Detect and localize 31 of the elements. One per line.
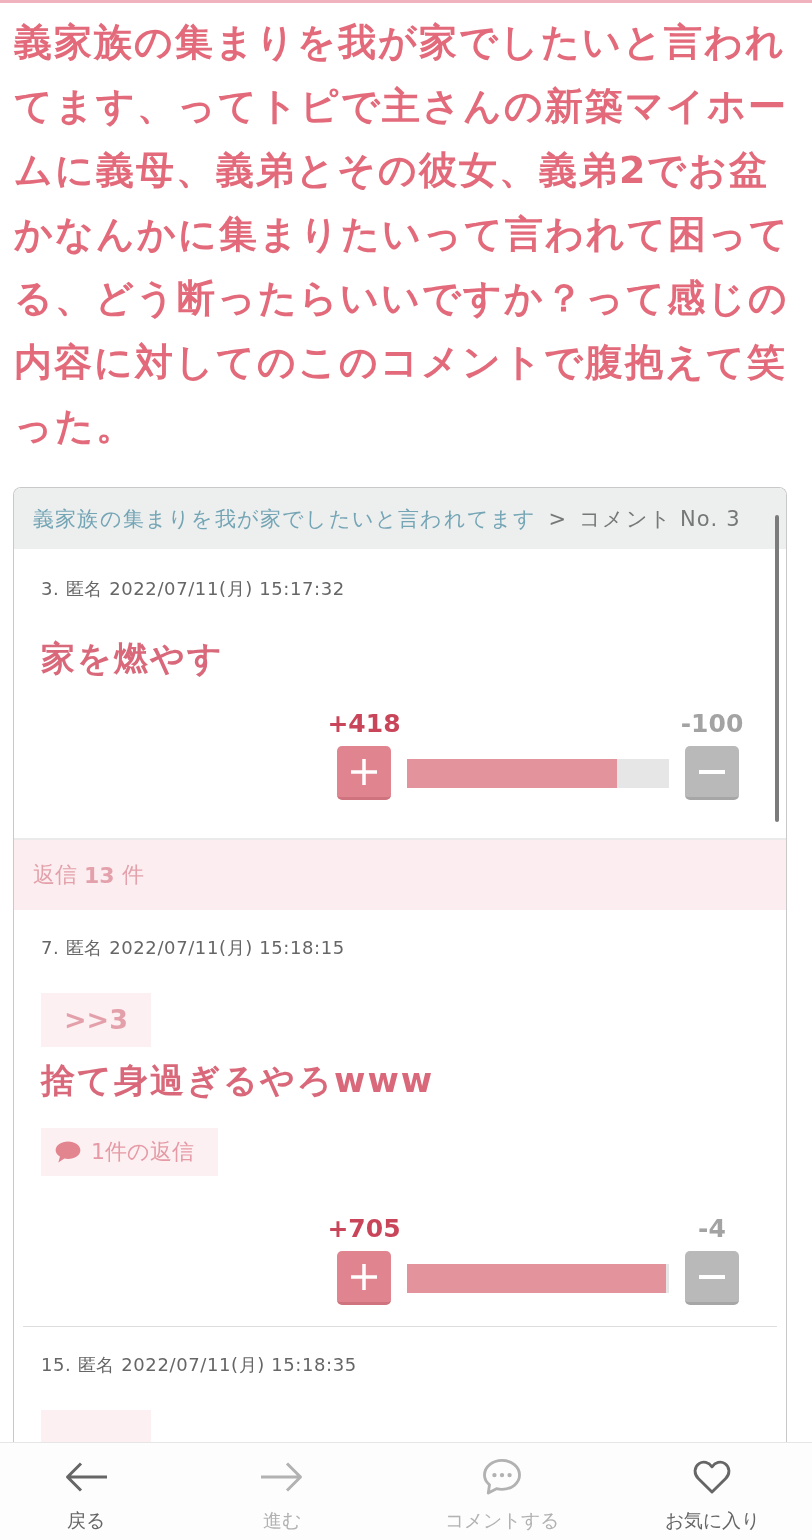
upvote-button[interactable] — [337, 1251, 391, 1305]
plus-icon — [351, 1263, 377, 1290]
plus-icon — [351, 758, 377, 785]
favorite-button[interactable]: お気に入り — [664, 1443, 760, 1532]
downvote-count: -100 — [680, 709, 744, 739]
reply-count-button[interactable]: 1件の返信 — [41, 1128, 218, 1176]
arrow-left-icon — [65, 1462, 107, 1492]
heart-icon — [693, 1460, 731, 1494]
downvote-button[interactable] — [685, 746, 739, 800]
upvote-count: +705 — [327, 1214, 401, 1244]
minus-icon — [699, 1274, 725, 1279]
comment-meta: 15. 匿名 2022/07/11(月) 15:18:35 — [41, 1353, 358, 1377]
speech-bubble-icon — [55, 1141, 81, 1163]
comment-text: 捨て身過ぎるやろwww — [41, 1059, 436, 1102]
minus-icon — [699, 769, 725, 774]
breadcrumb-link[interactable]: 義家族の集まりを我が家でしたいと言われてます — [33, 504, 537, 533]
comment-text: 家を燃やす — [41, 637, 225, 680]
comment-meta: 7. 匿名 2022/07/11(月) 15:18:15 — [41, 936, 346, 960]
upvote-button[interactable] — [337, 746, 391, 800]
replies-header: 返信 13 件 — [14, 838, 786, 910]
breadcrumb-current: コメント No. 3 — [579, 505, 741, 533]
post-title: 義家族の集まりを我が家でしたいと言われてます、ってトピで主さんの新築マイホームに義母、義弟とその彼女、義弟2でお盆かなんかに集まりたいって言われて困ってる、どう断ったらいいですか？って感じの内容に対してのこのコメントで腹抱えて笑った。 — [13, 19, 791, 450]
arrow-right-icon — [261, 1462, 303, 1492]
downvote-button[interactable] — [685, 1251, 739, 1305]
downvote-count: -4 — [698, 1214, 726, 1244]
back-button[interactable]: 戻る — [65, 1443, 107, 1532]
upvote-count: +418 — [327, 709, 401, 739]
comment-meta: 3. 匿名 2022/07/11(月) 15:17:32 — [41, 577, 346, 601]
reply-anchor-tag[interactable]: >>3 — [41, 993, 151, 1047]
chat-bubble-icon — [483, 1459, 521, 1495]
breadcrumb-separator: > — [548, 506, 568, 531]
